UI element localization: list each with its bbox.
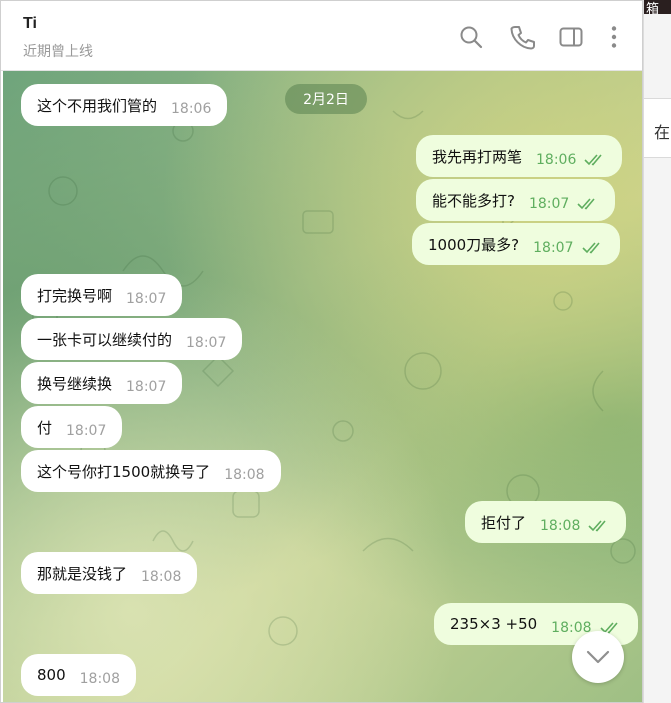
double-check-icon: [581, 242, 600, 254]
message-bubble-incoming[interactable]: 这个不用我们管的 18:06: [21, 84, 228, 126]
background-window-title-text: 箱: [646, 2, 660, 17]
double-check-icon: [588, 520, 606, 532]
message-text: 那就是没钱了: [37, 564, 128, 583]
search-icon[interactable]: [458, 24, 484, 50]
message-time: 18:08: [141, 569, 182, 585]
message-bubble-outgoing[interactable]: 1000刀最多? 18:07: [412, 223, 620, 265]
message-time: 18:07: [533, 240, 574, 256]
background-window-side-text: 在: [654, 123, 671, 142]
message-time: 18:06: [536, 152, 577, 168]
message-text: 拒付了: [481, 513, 527, 532]
message-bubble-incoming[interactable]: 800 18:08: [21, 654, 136, 696]
message-bubble-outgoing[interactable]: 拒付了 18:08: [465, 501, 627, 543]
message-time: 18:07: [186, 335, 227, 351]
message-text: 能不能多打?: [432, 191, 515, 210]
message-text: 打完换号啊: [37, 286, 113, 305]
message-list[interactable]: 2月2日 这个不用我们管的 18:06 我先再打两笔 18:06 能不能多打? …: [3, 71, 642, 702]
contact-status: 近期曾上线: [23, 44, 93, 60]
message-time: 18:08: [79, 671, 120, 687]
more-vertical-icon[interactable]: [601, 24, 627, 50]
message-time: 18:07: [126, 291, 167, 307]
message-bubble-incoming[interactable]: 那就是没钱了 18:08: [21, 552, 198, 594]
message-bubble-incoming[interactable]: 付 18:07: [21, 406, 123, 448]
message-text: 这个不用我们管的: [37, 96, 158, 115]
chevron-down-icon: [586, 650, 610, 664]
message-time: 18:06: [171, 101, 212, 117]
contact-name[interactable]: Ti: [23, 15, 37, 33]
message-time: 18:07: [126, 379, 167, 395]
background-window: 箱 在: [643, 0, 671, 703]
phone-icon[interactable]: [509, 24, 535, 50]
message-text: 800: [37, 666, 66, 684]
message-time: 18:08: [540, 518, 581, 534]
background-window-panel[interactable]: 在: [644, 98, 671, 158]
double-check-icon: [584, 154, 602, 166]
message-bubble-incoming[interactable]: 这个号你打1500就换号了 18:08: [21, 450, 281, 492]
message-bubble-outgoing[interactable]: 能不能多打? 18:07: [416, 179, 616, 221]
chat-window: Ti 近期曾上线 2月2日 这个不用我们管的 18:06 我先再打两笔 18:0…: [0, 0, 643, 703]
message-text: 235×3 +50: [450, 615, 538, 633]
message-time: 18:07: [66, 423, 107, 439]
message-text: 我先再打两笔: [432, 147, 523, 166]
message-time: 18:07: [528, 196, 570, 212]
message-bubble-outgoing[interactable]: 我先再打两笔 18:06: [416, 135, 623, 177]
message-bubble-incoming[interactable]: 打完换号啊 18:07: [21, 274, 183, 316]
message-text: 1000刀最多?: [428, 235, 520, 254]
chat-header: Ti 近期曾上线: [1, 1, 642, 71]
message-bubble-incoming[interactable]: 一张卡可以继续付的 18:07: [21, 318, 243, 360]
double-check-icon: [577, 198, 595, 210]
message-text: 一张卡可以继续付的: [37, 330, 173, 349]
date-separator: 2月2日: [285, 84, 367, 114]
sidebar-toggle-icon[interactable]: [558, 24, 584, 50]
message-text: 这个号你打1500就换号了: [37, 462, 211, 481]
message-bubble-incoming[interactable]: 换号继续换 18:07: [21, 362, 183, 404]
background-window-titlebar: 箱: [644, 0, 671, 17]
message-time: 18:08: [224, 467, 265, 483]
message-text: 换号继续换: [37, 374, 113, 393]
scroll-to-bottom-button[interactable]: [572, 631, 624, 683]
message-text: 付: [37, 418, 53, 437]
